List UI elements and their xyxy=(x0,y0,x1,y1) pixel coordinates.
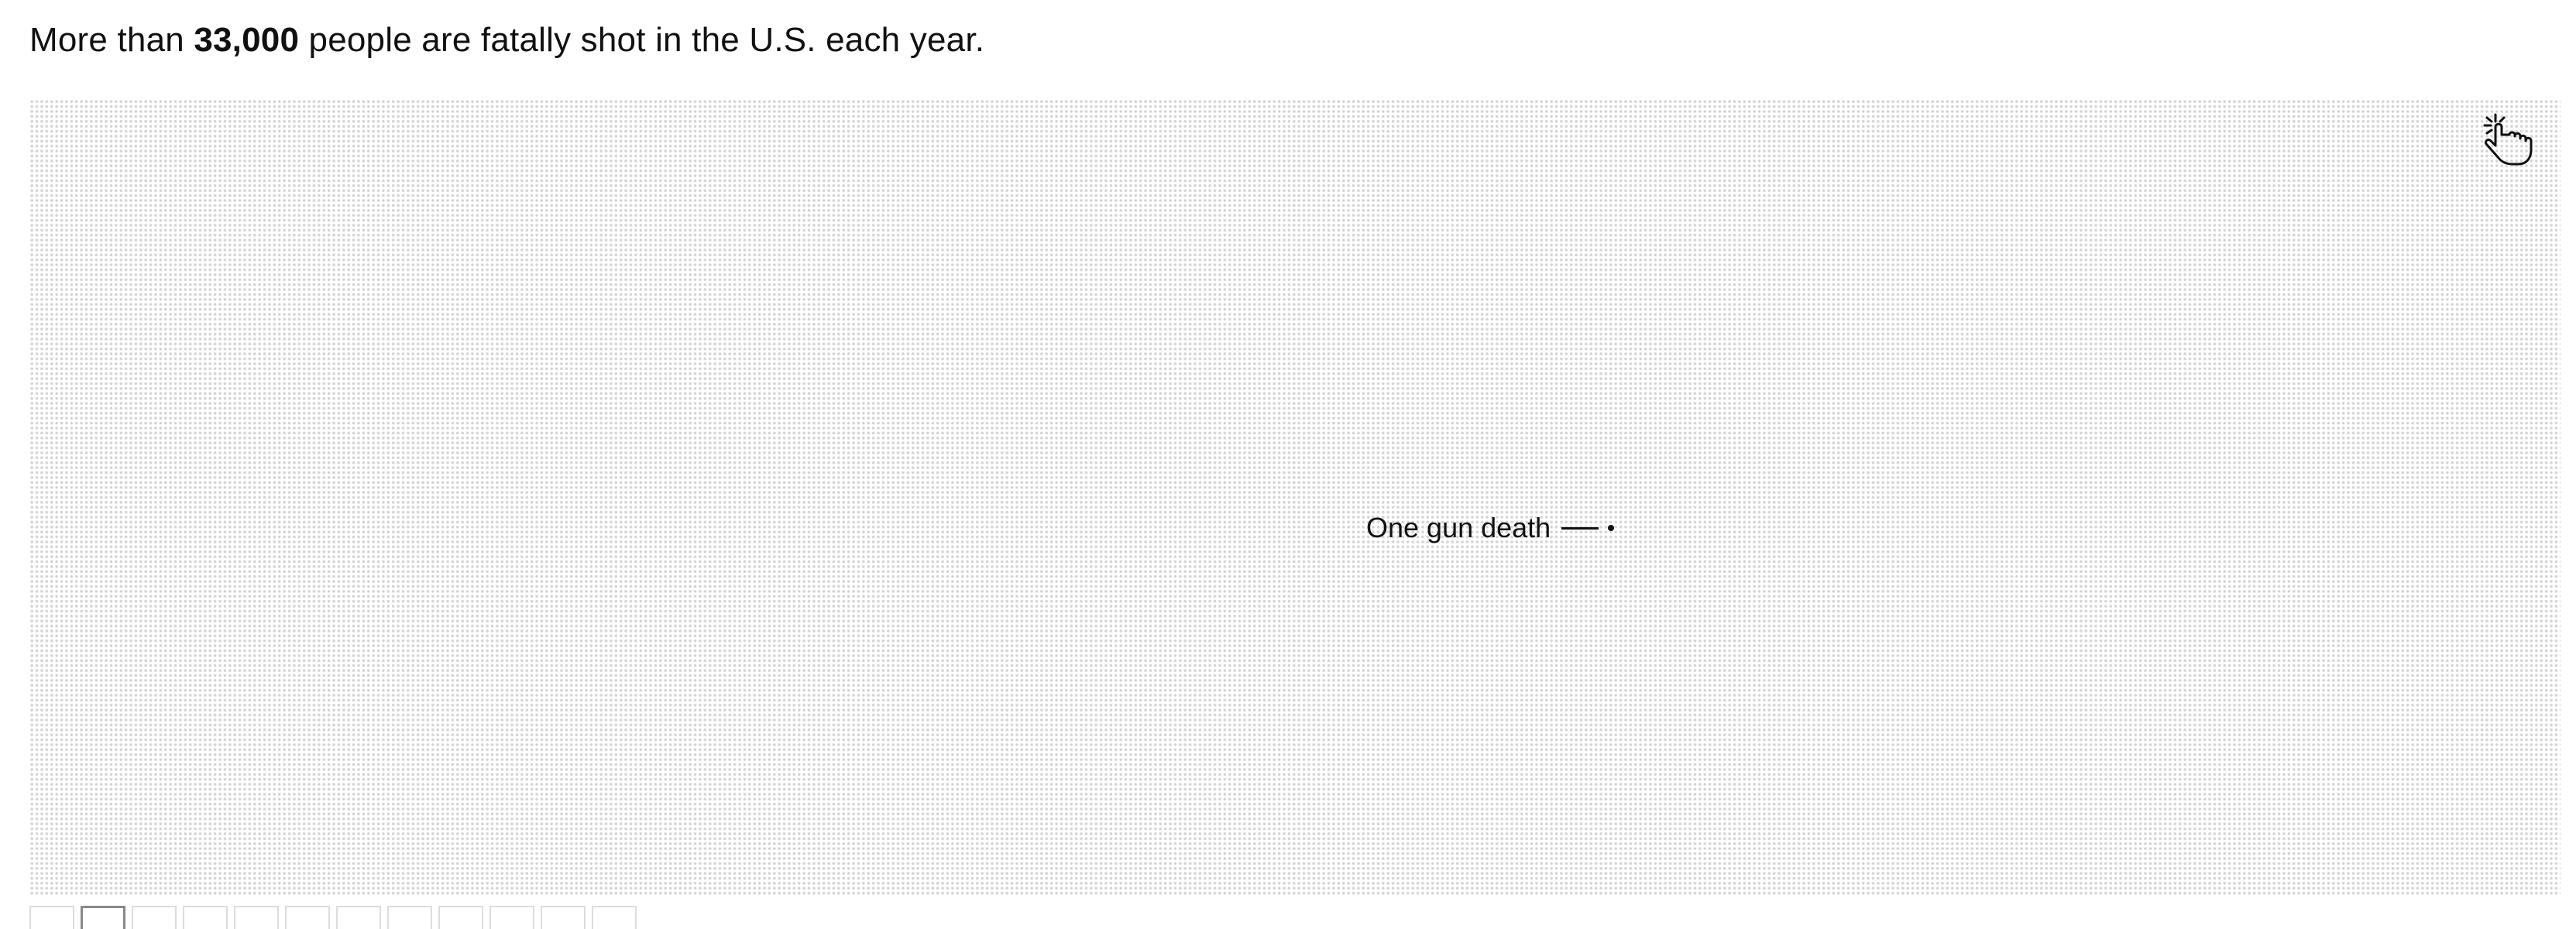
gun-death-dot-grid xyxy=(29,99,2561,895)
slide-tab-9[interactable] xyxy=(438,906,483,929)
annotation-leader-line xyxy=(1561,526,1599,530)
one-gun-death-annotation: One gun death xyxy=(1366,508,1615,548)
slide-tab-5[interactable] xyxy=(234,906,279,929)
slide-tab-12[interactable] xyxy=(592,906,637,929)
slide-tab-8[interactable] xyxy=(387,906,432,929)
slide-tab-4[interactable] xyxy=(183,906,228,929)
slide-tab-2[interactable] xyxy=(81,906,125,929)
slide-tab-6[interactable] xyxy=(285,906,330,929)
tap-hand-icon xyxy=(2483,113,2533,166)
tap-to-advance-button[interactable] xyxy=(2478,110,2540,172)
highlighted-dot xyxy=(1608,525,1615,531)
slide-tab-10[interactable] xyxy=(489,906,534,929)
annotation-label: One gun death xyxy=(1366,512,1551,543)
headline-prefix: More than xyxy=(29,21,194,59)
slide-tab-3[interactable] xyxy=(132,906,177,929)
slide-navigation-strip xyxy=(29,906,637,929)
headline-suffix: people are fatally shot in the U.S. each… xyxy=(299,21,985,59)
headline: More than 33,000 people are fatally shot… xyxy=(29,17,984,63)
slide-tab-1[interactable] xyxy=(29,906,74,929)
slide-tab-7[interactable] xyxy=(336,906,381,929)
slide-tab-11[interactable] xyxy=(541,906,586,929)
headline-number: 33,000 xyxy=(194,21,300,59)
